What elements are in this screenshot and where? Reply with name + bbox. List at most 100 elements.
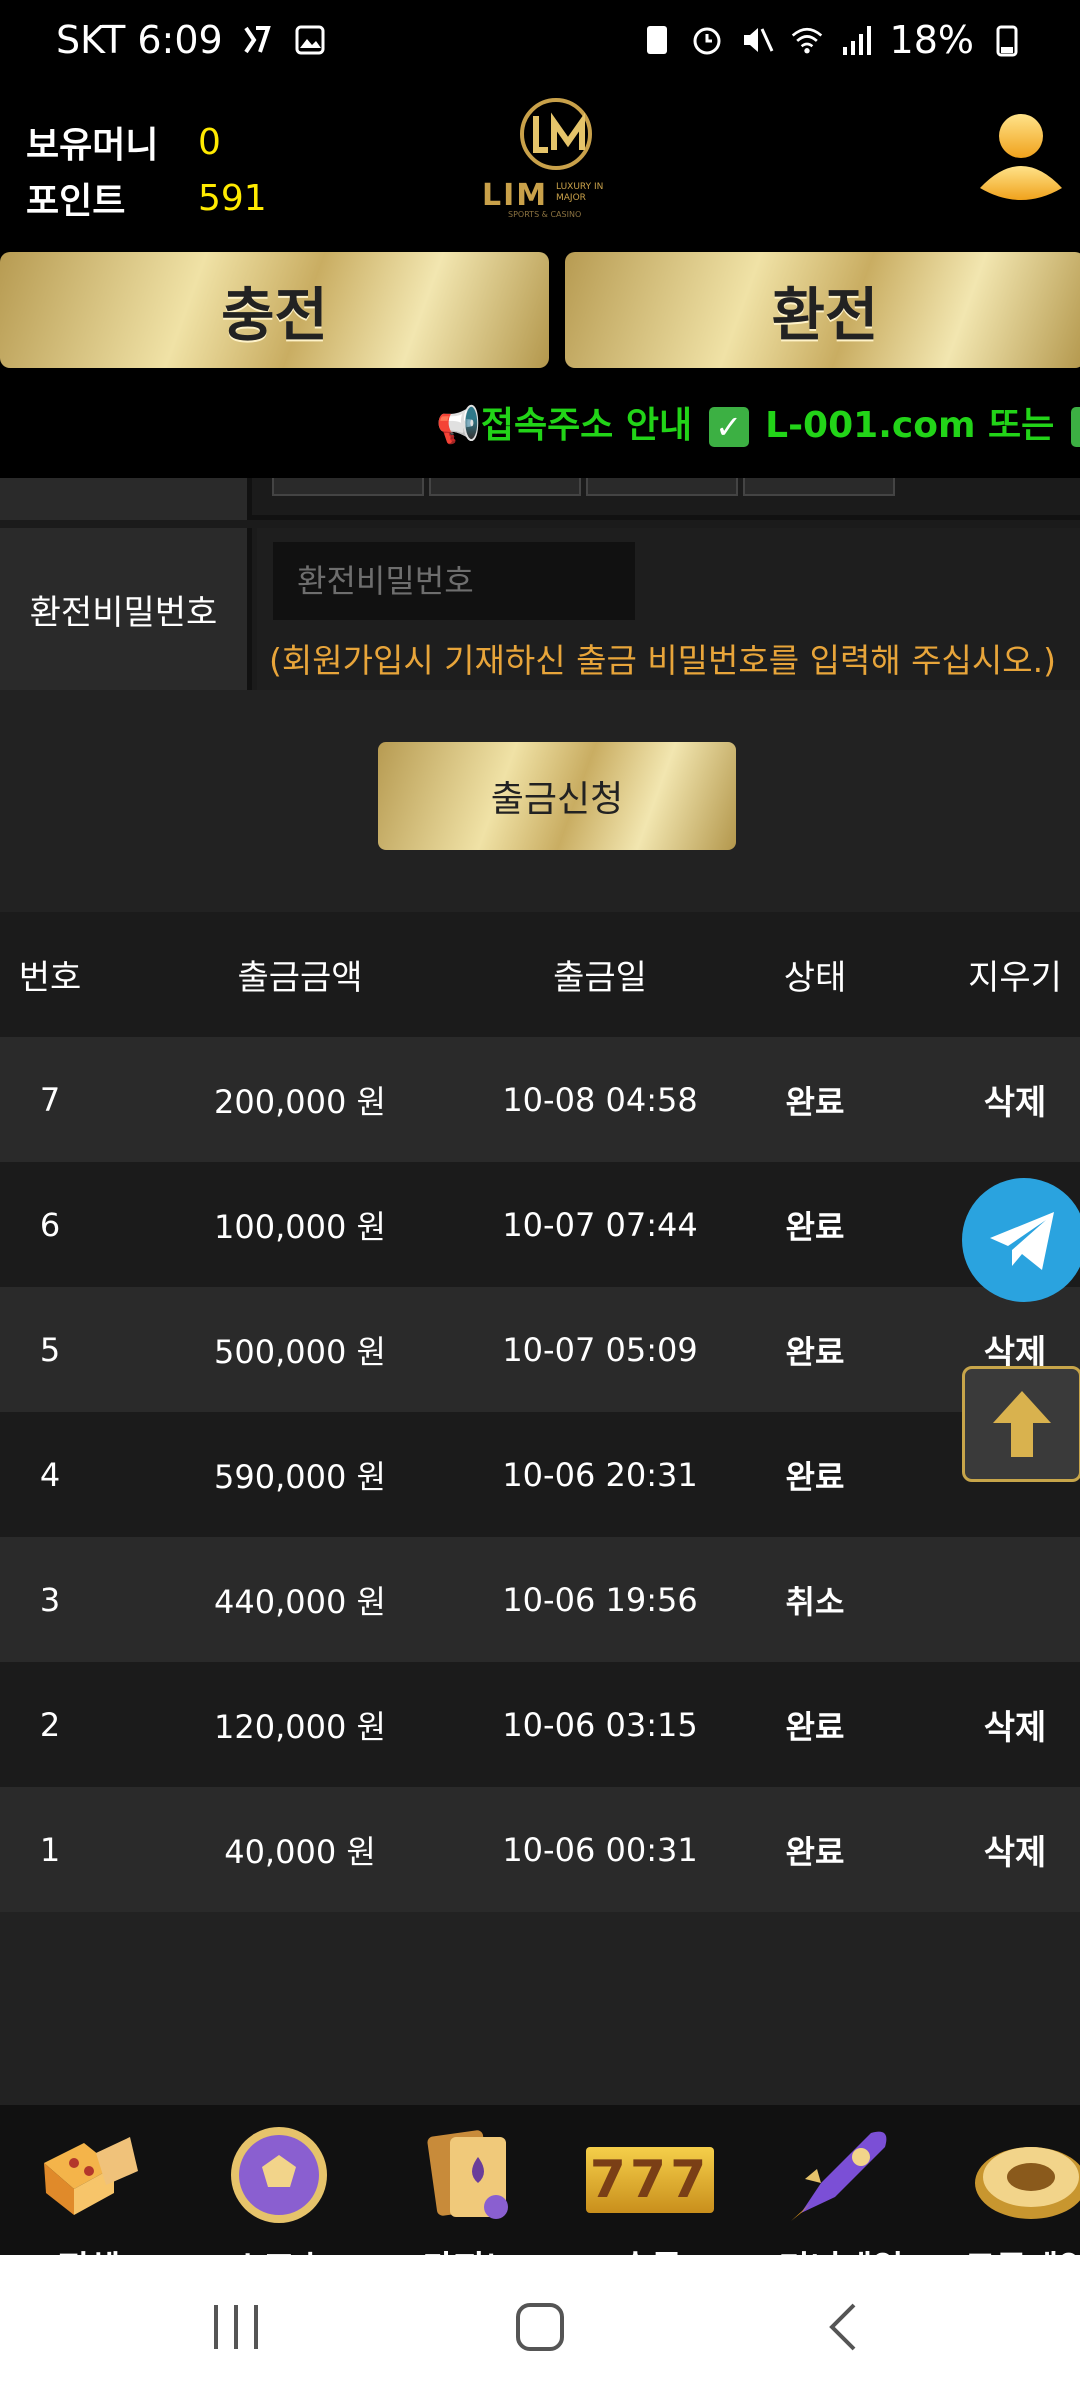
status-bar: SKT 6:09 18% [0,0,1080,80]
row-no: 1 [39,1830,61,1869]
row-date: 10-07 07:44 [502,1205,698,1244]
row-status: 취소 [785,1582,845,1621]
table-row: 7 200,000 원 10-08 04:58 완료 삭제 [0,1037,1080,1162]
logo-tagline: SPORTS & CASINO [508,210,582,219]
row-date: 10-07 05:09 [502,1330,698,1369]
table-row: 1 40,000 원 10-06 00:31 완료 삭제 [0,1787,1080,1912]
header-no: 번호 [18,958,82,998]
game-tab-label: 슬롯 [566,2241,736,2255]
delete-button[interactable]: 삭제 [950,1700,1080,1749]
password-note: (회원가입시 기재하신 출금 비밀번호를 입력해 주십시오.) [269,641,1056,680]
row-amount: 440,000 원 [214,1582,386,1621]
row-no: 2 [39,1705,61,1744]
battery-icon [990,23,1024,57]
row-no: 5 [39,1330,61,1369]
row-no: 4 [39,1455,61,1494]
site-header: 보유머니 0 포인트 591 LIM LUXURY IN MAJOR SPORT… [0,80,1080,250]
home-button[interactable] [510,2297,570,2357]
game-tab-casino[interactable]: 카지노 [404,2123,534,2255]
notice-ticker: 📢접속주소 안내 ✓ L-001.com 또는 ✓ [0,372,1080,478]
row-no: 7 [39,1080,61,1119]
scroll-top-button[interactable] [962,1366,1080,1482]
game-category-nav: 전체 스포츠 카지노 777 슬롯 미니게임 [0,2105,1080,2255]
telegram-button[interactable] [962,1178,1080,1302]
withdraw-form: 환전비밀번호 (회원가입시 기재하신 출금 비밀번호를 입력해 주십시오.) [0,478,1080,690]
delete-button[interactable]: 삭제 [950,1075,1080,1124]
home-icon [516,2303,564,2351]
telegram-icon [990,1212,1054,1270]
row-no: 3 [39,1580,61,1619]
user-profile-icon[interactable] [976,108,1066,208]
slot-icon-text: 777 [589,2150,711,2210]
cards-icon [427,2130,508,2219]
row-date: 10-06 19:56 [502,1580,698,1619]
game-tab-token[interactable]: 토큰게임 [962,2123,1080,2255]
password-label: 환전비밀번호 [0,528,252,690]
table-header-row: 번호 출금금액 출금일 상태 지우기 [0,912,1080,1037]
row-amount: 100,000 원 [214,1207,386,1246]
recent-apps-button[interactable] [206,2299,266,2355]
back-button[interactable] [816,2299,872,2355]
game-tab-label: 미니게임 [756,2241,926,2255]
game-tab-all[interactable]: 전체 [24,2123,154,2255]
ticker-text: 📢접속주소 안내 ✓ L-001.com 또는 ✓ [436,396,1080,448]
alarm-icon [690,23,724,57]
logo-text: LIM [482,178,549,213]
delete-button[interactable]: 삭제 [950,1825,1080,1874]
quick-amount-button[interactable] [743,478,895,496]
carrier-time: SKT 6:09 [56,18,223,62]
table-row: 3 440,000 원 10-06 19:56 취소 [0,1537,1080,1662]
row-date: 10-06 03:15 [502,1705,698,1744]
quick-amount-button[interactable] [272,478,424,496]
row-amount: 500,000 원 [214,1332,386,1371]
ticker-part-a: 📢접속주소 안내 [436,405,693,446]
row-amount: 590,000 원 [214,1457,386,1496]
quick-amount-button[interactable] [586,478,738,496]
signal-icon [840,23,874,57]
ticker-part-b: L-001.com 또는 [765,405,1055,446]
dice-icon [44,2137,138,2215]
row-amount: 200,000 원 [214,1082,386,1121]
password-cell: (회원가입시 기재하신 출금 비밀번호를 입력해 주십시오.) [257,528,1080,690]
quick-amount-button[interactable] [429,478,581,496]
row-date: 10-08 04:58 [502,1080,698,1119]
app-notification-icon [241,23,275,57]
header-date: 출금일 [553,958,647,998]
soccer-ball-icon [231,2127,327,2223]
header-status: 상태 [783,958,847,998]
header-delete: 지우기 [968,958,1062,998]
logo-subtext: LUXURY IN MAJOR [556,182,604,203]
charge-button[interactable]: 충전 [0,252,549,368]
check-icon: ✓ [1070,407,1080,447]
points-value: 591 [198,177,267,219]
site-logo[interactable]: LIM LUXURY IN MAJOR SPORTS & CASINO [478,88,634,220]
table-row: 2 120,000 원 10-06 03:15 완료 삭제 [0,1662,1080,1787]
game-tab-minigame[interactable]: 미니게임 [776,2123,906,2255]
gallery-icon [293,23,327,57]
slot-machine-icon: 777 [586,2147,714,2213]
battery-percent: 18% [889,18,974,62]
table-row: 5 500,000 원 10-07 05:09 완료 삭제 [0,1287,1080,1412]
row-status: 완료 [785,1457,845,1496]
row-status: 완료 [785,1207,845,1246]
row-no: 6 [39,1205,61,1244]
cut-off-row [0,478,1080,520]
withdraw-password-input[interactable] [273,542,635,620]
battery-saver-icon [640,23,674,57]
withdraw-request-button[interactable]: 출금신청 [378,742,736,850]
row-status: 완료 [785,1707,845,1746]
action-buttons: 충전 환전 [0,250,1080,372]
points-label: 포인트 [26,181,126,222]
exchange-button[interactable]: 환전 [565,252,1080,368]
game-tab-sports[interactable]: 스포츠 [214,2123,344,2255]
money-row: 보유머니 0 [26,116,221,168]
game-tab-slot[interactable]: 777 슬롯 [586,2123,716,2255]
table-row: 4 590,000 원 10-06 20:31 완료 [0,1412,1080,1537]
check-icon: ✓ [708,407,749,447]
money-value: 0 [198,121,221,163]
roulette-icon [975,2147,1080,2219]
table-row: 6 100,000 원 10-07 07:44 완료 [0,1162,1080,1287]
arrow-up-icon [993,1391,1051,1457]
money-label: 보유머니 [26,125,159,166]
recent-apps-icon [214,2305,258,2349]
